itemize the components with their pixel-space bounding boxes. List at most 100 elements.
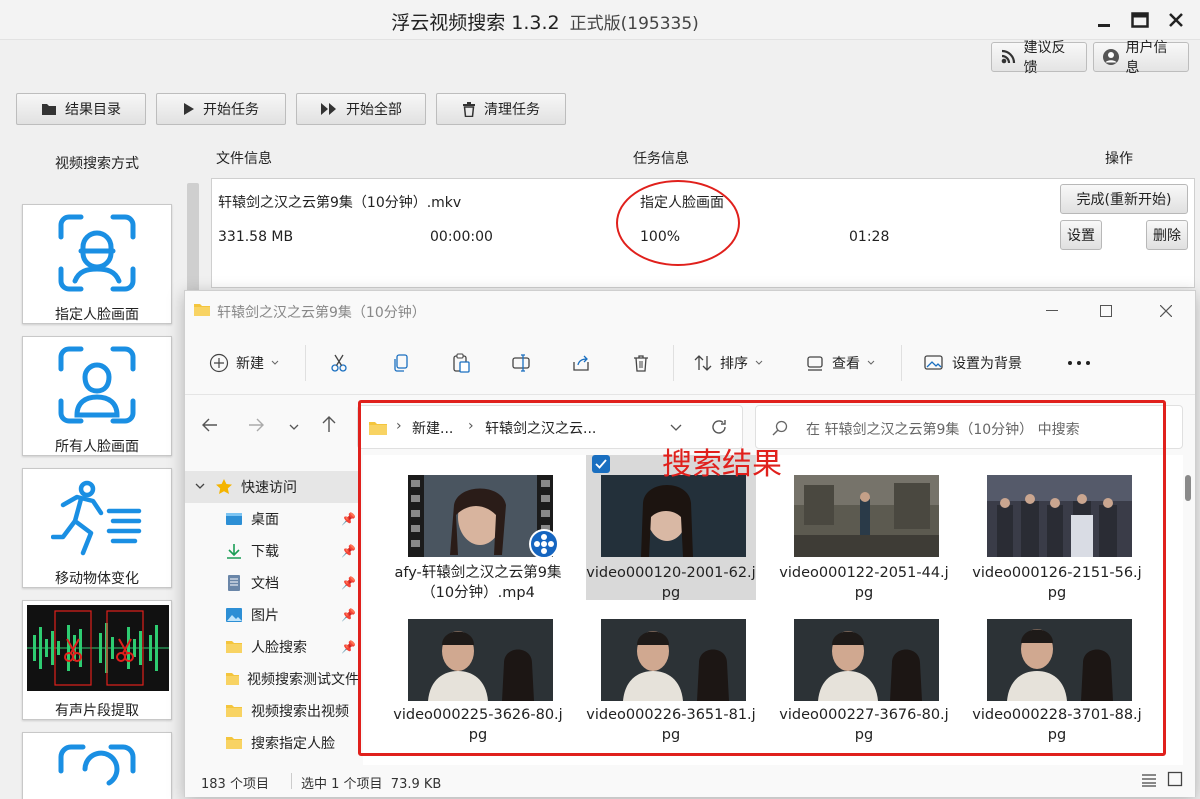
mode-card-face[interactable]: 指定人脸画面 bbox=[22, 204, 172, 324]
results-dir-label: 结果目录 bbox=[65, 102, 121, 118]
set-background-button[interactable]: 设置为背景 bbox=[923, 345, 1022, 381]
sidebar-item-downloads[interactable]: 下载 📌 bbox=[185, 535, 359, 567]
column-header-file: 文件信息 bbox=[216, 151, 272, 167]
task-duration: 01:28 bbox=[849, 229, 890, 245]
explorer-minimize-button[interactable] bbox=[1037, 297, 1067, 325]
results-annotation-label: 搜索结果 bbox=[662, 447, 782, 482]
sidebar-item-face-search[interactable]: 人脸搜索 📌 bbox=[185, 631, 359, 663]
rename-icon bbox=[512, 354, 530, 372]
item-count: 183 个项目 bbox=[201, 777, 269, 792]
folder-icon bbox=[226, 737, 242, 749]
pin-icon: 📌 bbox=[341, 640, 356, 654]
back-button[interactable] bbox=[201, 417, 219, 437]
tiles-view-button[interactable] bbox=[1167, 771, 1183, 791]
start-all-button[interactable]: 开始全部 bbox=[296, 93, 426, 125]
explorer-status-bar: 183 个项目 选中 1 个项目 73.9 KB bbox=[185, 765, 1195, 797]
forward-button[interactable] bbox=[247, 417, 265, 437]
sidebar-label: 快速访问 bbox=[241, 480, 297, 496]
sidebar-item-test-files[interactable]: 视频搜索测试文件 bbox=[185, 663, 359, 695]
start-task-button[interactable]: 开始任务 bbox=[156, 93, 286, 125]
minimize-button[interactable] bbox=[1088, 6, 1120, 34]
explorer-title: 轩辕剑之汉之云第9集（10分钟） bbox=[217, 305, 426, 321]
copy-icon bbox=[394, 354, 408, 372]
rename-button[interactable] bbox=[511, 345, 531, 381]
task-done-button[interactable]: 完成(重新开始) bbox=[1060, 184, 1188, 214]
mode-label-face: 指定人脸画面 bbox=[55, 307, 139, 323]
running-person-icon bbox=[51, 480, 142, 556]
grid-view-icon bbox=[1167, 771, 1183, 787]
file-grid-scrollbar[interactable] bbox=[1185, 475, 1191, 501]
user-info-label: 用户信息 bbox=[1125, 40, 1168, 76]
title-bar: 浮云视频搜索 1.3.2 正式版(195335) bbox=[0, 0, 1200, 40]
paste-button[interactable] bbox=[451, 345, 471, 381]
explorer-command-bar: 新建 排序 查看 设置为背景 bbox=[185, 331, 1195, 395]
view-button[interactable]: 查看 bbox=[805, 345, 875, 381]
share-button[interactable] bbox=[571, 345, 591, 381]
sidebar-item-documents[interactable]: 文档 📌 bbox=[185, 567, 359, 599]
explorer-close-button[interactable] bbox=[1151, 297, 1181, 325]
sidebar-label: 视频搜索测试文件 bbox=[247, 672, 359, 688]
start-all-label: 开始全部 bbox=[346, 102, 402, 118]
video-scan-icon bbox=[58, 744, 136, 786]
sidebar-item-desktop[interactable]: 桌面 📌 bbox=[185, 503, 359, 535]
sidebar-item-pictures[interactable]: 图片 📌 bbox=[185, 599, 359, 631]
left-panel-scrollbar[interactable] bbox=[187, 183, 199, 303]
feedback-label: 建议反馈 bbox=[1023, 40, 1066, 76]
fast-forward-icon bbox=[321, 103, 336, 115]
arrow-up-icon bbox=[322, 416, 336, 432]
mode-card-more[interactable] bbox=[22, 732, 172, 799]
pin-icon: 📌 bbox=[341, 544, 356, 558]
pin-icon: 📌 bbox=[341, 608, 356, 622]
sidebar-label: 下载 bbox=[251, 544, 279, 560]
view-label: 查看 bbox=[832, 356, 860, 372]
mode-label-motion: 移动物体变化 bbox=[55, 571, 139, 587]
selected-info: 选中 1 个项目 73.9 KB bbox=[301, 777, 442, 792]
desktop-icon bbox=[226, 513, 242, 525]
maximize-icon bbox=[1131, 12, 1149, 28]
folder-icon bbox=[226, 705, 242, 717]
sidebar-label: 搜索指定人脸 bbox=[251, 736, 335, 752]
results-dir-button[interactable]: 结果目录 bbox=[16, 93, 146, 125]
new-button[interactable]: 新建 bbox=[209, 345, 279, 381]
explorer-maximize-button[interactable] bbox=[1091, 297, 1121, 325]
sort-label: 排序 bbox=[720, 356, 748, 372]
explorer-title-bar: 轩辕剑之汉之云第9集（10分钟） bbox=[185, 291, 1195, 331]
maximize-button[interactable] bbox=[1124, 6, 1156, 34]
mode-label-all-faces: 所有人脸画面 bbox=[55, 439, 139, 455]
mode-card-audio[interactable]: 有声片段提取 bbox=[22, 600, 172, 720]
mode-card-motion[interactable]: 移动物体变化 bbox=[22, 468, 172, 588]
new-label: 新建 bbox=[236, 356, 264, 372]
app-title: 浮云视频搜索 1.3.2 正式版(195335) bbox=[0, 8, 1090, 35]
clear-tasks-button[interactable]: 清理任务 bbox=[436, 93, 566, 125]
details-view-button[interactable] bbox=[1141, 773, 1157, 791]
up-button[interactable] bbox=[321, 415, 337, 437]
download-icon bbox=[227, 544, 241, 559]
sidebar-label: 图片 bbox=[251, 608, 279, 624]
sidebar-label: 视频搜索出视频 bbox=[251, 704, 349, 720]
pin-icon: 📌 bbox=[341, 512, 356, 526]
sidebar-item-quick-access[interactable]: 快速访问 bbox=[185, 471, 359, 503]
recent-locations-button[interactable] bbox=[289, 419, 299, 435]
more-options-button[interactable] bbox=[1067, 345, 1091, 381]
cut-button[interactable] bbox=[329, 345, 349, 381]
feedback-button[interactable]: 建议反馈 bbox=[991, 40, 1087, 76]
task-filename: 轩辕剑之汉之云第9集（10分钟）.mkv bbox=[218, 195, 462, 211]
chevron-down-icon bbox=[195, 483, 205, 489]
copy-button[interactable] bbox=[391, 345, 411, 381]
rss-icon bbox=[1001, 49, 1016, 64]
user-info-button[interactable]: 用户信息 bbox=[1093, 40, 1189, 76]
sidebar-item-specific-face[interactable]: 搜索指定人脸 bbox=[185, 727, 359, 759]
sort-button[interactable]: 排序 bbox=[693, 345, 763, 381]
modes-title: 视频搜索方式 bbox=[55, 156, 139, 172]
mode-card-all-faces[interactable]: 所有人脸画面 bbox=[22, 336, 172, 456]
task-settings-button[interactable]: 设置 bbox=[1060, 220, 1102, 250]
delete-button[interactable] bbox=[631, 345, 651, 381]
folder-icon bbox=[226, 673, 239, 685]
close-button[interactable] bbox=[1160, 6, 1192, 34]
close-icon bbox=[1169, 13, 1183, 27]
version-tag: 正式版(195335) bbox=[569, 14, 699, 34]
sidebar-item-output-videos[interactable]: 视频搜索出视频 bbox=[185, 695, 359, 727]
column-header-task: 任务信息 bbox=[633, 151, 689, 167]
explorer-sidebar: 快速访问 桌面 📌 下载 📌 文档 📌 图片 📌 人脸搜索 📌 视频搜索测试文件… bbox=[185, 455, 359, 765]
task-delete-button[interactable]: 删除 bbox=[1146, 220, 1188, 250]
